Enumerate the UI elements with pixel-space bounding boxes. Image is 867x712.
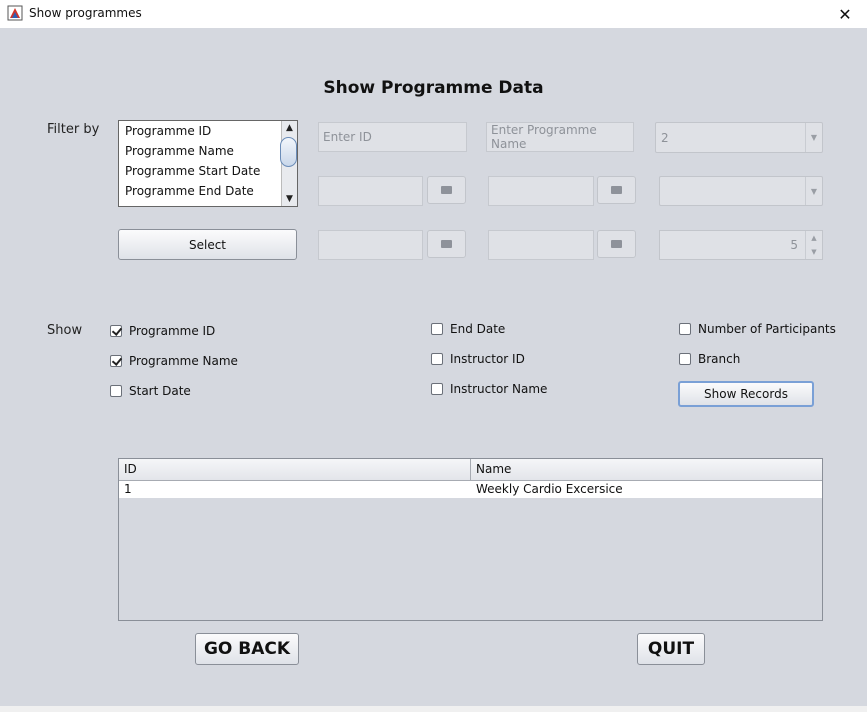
date-to-picker-button[interactable] (597, 230, 636, 258)
filter-combo-2[interactable]: ▼ (659, 176, 823, 206)
app-window-icon (7, 5, 23, 21)
checkbox-end-date[interactable]: End Date (431, 320, 505, 338)
filter-combo-1[interactable]: 2 ▼ (655, 122, 823, 153)
calendar-icon (611, 186, 622, 194)
chevron-down-icon: ▼ (805, 177, 822, 205)
close-button[interactable]: ✕ (823, 0, 867, 28)
list-scrollbar[interactable]: ▲ ▼ (280, 121, 297, 206)
checkbox-icon[interactable] (679, 323, 691, 335)
number-spinner[interactable]: 5 ▲ ▼ (659, 230, 823, 260)
checkbox-label: Programme Name (129, 354, 238, 368)
id-input[interactable]: Enter ID (318, 122, 467, 152)
list-item[interactable]: Programme Name (119, 141, 281, 161)
table-header: ID Name (119, 459, 822, 481)
checkbox-checked-icon[interactable] (110, 325, 122, 337)
checkbox-icon[interactable] (431, 323, 443, 335)
calendar-icon (611, 240, 622, 248)
programme-name-input[interactable]: Enter Programme Name (486, 122, 634, 152)
checkbox-label: Programme ID (129, 324, 216, 338)
list-item[interactable]: Programme End Date (119, 181, 281, 201)
spinner-down-icon[interactable]: ▼ (806, 245, 822, 259)
checkbox-instructor-id[interactable]: Instructor ID (431, 350, 525, 368)
checkbox-label: Start Date (129, 384, 191, 398)
show-label: Show (47, 323, 83, 338)
window-title: Show programmes (29, 6, 142, 20)
go-back-button[interactable]: GO BACK (195, 633, 299, 665)
checkbox-icon[interactable] (431, 353, 443, 365)
title-bar: Show programmes ✕ (0, 0, 867, 28)
list-item[interactable]: Programme ID (119, 121, 281, 141)
checkbox-instructor-name[interactable]: Instructor Name (431, 380, 547, 398)
checkbox-programme-id[interactable]: Programme ID (110, 322, 215, 340)
checkbox-start-date[interactable]: Start Date (110, 382, 191, 400)
spinner-value: 5 (790, 238, 798, 252)
filter-by-label: Filter by (47, 122, 100, 137)
end-date-input[interactable] (488, 176, 594, 206)
start-date-picker-button[interactable] (427, 176, 466, 204)
date-from-input[interactable] (318, 230, 423, 260)
show-records-button[interactable]: Show Records (678, 381, 814, 407)
checkbox-icon[interactable] (110, 385, 122, 397)
checkbox-checked-icon[interactable] (110, 355, 122, 367)
table-cell-id: 1 (124, 482, 132, 496)
column-header-name[interactable]: Name (471, 459, 822, 480)
date-from-picker-button[interactable] (427, 230, 466, 258)
checkbox-icon[interactable] (431, 383, 443, 395)
checkbox-branch[interactable]: Branch (679, 350, 740, 368)
scroll-thumb[interactable] (280, 137, 297, 167)
spinner-arrows[interactable]: ▲ ▼ (805, 231, 822, 259)
filter-field-list[interactable]: Programme ID Programme Name Programme St… (118, 120, 298, 207)
checkbox-label: End Date (450, 322, 506, 336)
checkbox-number-of-participants[interactable]: Number of Participants (679, 320, 836, 338)
checkbox-label: Instructor ID (450, 352, 525, 366)
checkbox-label: Branch (698, 352, 741, 366)
table-row[interactable]: 1 Weekly Cardio Excersice (119, 481, 822, 498)
calendar-icon (441, 186, 452, 194)
chevron-down-icon: ▼ (805, 123, 822, 152)
checkbox-icon[interactable] (679, 353, 691, 365)
page-title: Show Programme Data (323, 78, 544, 98)
scroll-up-icon[interactable]: ▲ (282, 121, 297, 135)
quit-button[interactable]: QUIT (637, 633, 705, 665)
calendar-icon (441, 240, 452, 248)
checkbox-label: Instructor Name (450, 382, 548, 396)
start-date-input[interactable] (318, 176, 423, 206)
window-bottom-edge (0, 706, 867, 712)
scroll-down-icon[interactable]: ▼ (282, 192, 297, 206)
end-date-picker-button[interactable] (597, 176, 636, 204)
select-button[interactable]: Select (118, 229, 297, 260)
combo-value: 2 (661, 130, 669, 145)
results-table: ID Name 1 Weekly Cardio Excersice (118, 458, 823, 621)
main-panel: Show Programme Data Filter by Programme … (0, 28, 867, 706)
list-item[interactable]: Programme Start Date (119, 161, 281, 181)
table-cell-name: Weekly Cardio Excersice (476, 482, 623, 496)
checkbox-label: Number of Participants (698, 322, 836, 336)
column-header-id[interactable]: ID (119, 459, 471, 480)
checkbox-programme-name[interactable]: Programme Name (110, 352, 238, 370)
date-to-input[interactable] (488, 230, 594, 260)
close-icon: ✕ (838, 4, 852, 24)
spinner-up-icon[interactable]: ▲ (806, 231, 822, 245)
